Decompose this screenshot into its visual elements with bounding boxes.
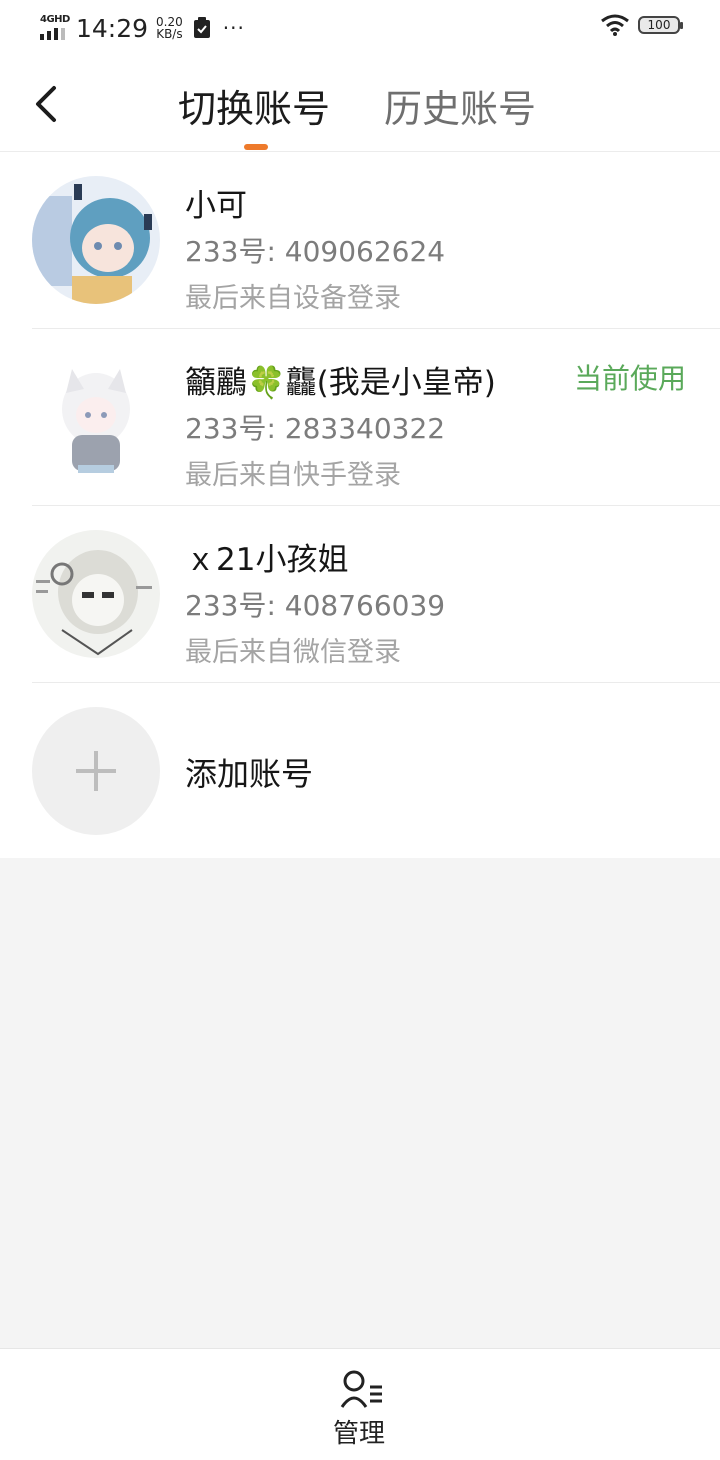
more-notifications-icon: ···: [222, 16, 245, 40]
account-name: 小可: [185, 188, 247, 224]
account-id: 233号: 408766039: [185, 589, 446, 622]
manage-label: 管理: [333, 1419, 386, 1449]
bottom-bar: 管理: [0, 1348, 720, 1460]
status-bar: 4GHD 14:29 0.20 KB/s ··· 100: [0, 0, 720, 56]
account-switch-screen: 4GHD 14:29 0.20 KB/s ··· 100 切换账号 历史账号 小…: [0, 0, 720, 1460]
account-item[interactable]: 小可 233号: 409062624 最后来自设备登录: [0, 152, 720, 329]
top-navigation: 切换账号 历史账号: [0, 56, 720, 152]
avatar: [32, 353, 160, 481]
last-login-source: 最后来自设备登录: [185, 283, 401, 314]
clipboard-check-icon: [193, 17, 210, 38]
network-speed: 0.20 KB/s: [156, 16, 183, 40]
add-account-button[interactable]: 添加账号: [0, 683, 720, 860]
current-account-badge: 当前使用: [573, 362, 686, 395]
active-tab-indicator: [244, 144, 268, 150]
wifi-icon: [601, 14, 629, 36]
status-time: 14:29: [76, 13, 149, 43]
network-type: 4GHD: [40, 14, 70, 25]
add-account-label: 添加账号: [185, 755, 314, 793]
speed-unit: KB/s: [156, 27, 183, 41]
account-item[interactable]: ｘ21小孩姐 233号: 408766039 最后来自微信登录: [0, 506, 720, 683]
account-name: 籲鸝🍀龘(我是小皇帝): [185, 365, 496, 401]
account-id: 233号: 283340322: [185, 412, 446, 445]
account-list: 小可 233号: 409062624 最后来自设备登录 籲鸝🍀龘(我是小皇帝) …: [0, 152, 720, 858]
user-manage-icon: [340, 1370, 382, 1408]
back-arrow-icon[interactable]: [28, 82, 68, 126]
avatar: [32, 176, 160, 304]
account-name: ｘ21小孩姐: [185, 542, 349, 578]
plus-icon: [32, 707, 160, 835]
last-login-source: 最后来自微信登录: [185, 637, 401, 668]
avatar: [32, 530, 160, 658]
account-id: 233号: 409062624: [185, 235, 446, 268]
tab-history-account[interactable]: 历史账号: [384, 78, 536, 133]
account-item[interactable]: 籲鸝🍀龘(我是小皇帝) 当前使用 233号: 283340322 最后来自快手登…: [0, 329, 720, 506]
manage-button[interactable]: 管理: [320, 1365, 400, 1449]
signal-icon: 4GHD: [38, 14, 70, 42]
battery-icon: 100: [638, 16, 683, 34]
tab-switch-account[interactable]: 切换账号: [178, 78, 330, 133]
last-login-source: 最后来自快手登录: [185, 460, 401, 491]
